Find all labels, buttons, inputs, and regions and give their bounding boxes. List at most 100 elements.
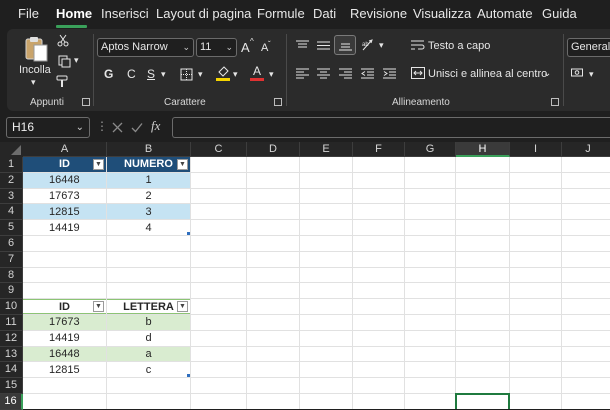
confirm-entry-icon[interactable] (128, 119, 146, 135)
row-header-11[interactable]: 11 (0, 315, 23, 331)
column-header-f[interactable]: F (353, 142, 405, 157)
align-bottom-icon[interactable] (334, 35, 356, 55)
cut-icon[interactable] (56, 33, 70, 47)
font-color-icon[interactable]: A (249, 63, 265, 82)
column-header-j[interactable]: J (562, 142, 610, 157)
paste-dropdown-icon[interactable]: ▾ (31, 77, 36, 88)
menu-guida[interactable]: Guida (542, 6, 577, 21)
menu-formule[interactable]: Formule (257, 6, 305, 21)
table2-cell[interactable]: 16448 (23, 347, 106, 362)
menu-inserisci[interactable]: Inserisci (101, 6, 149, 21)
filter-dropdown-icon[interactable]: ▼ (177, 159, 188, 170)
row-header-8[interactable]: 8 (0, 268, 23, 284)
column-header-a[interactable]: A (23, 142, 107, 157)
font-color-dropdown-icon[interactable]: ▾ (269, 69, 274, 80)
table1-cell[interactable]: 12815 (23, 204, 106, 219)
format-painter-icon[interactable] (55, 74, 71, 88)
increase-indent-icon[interactable] (381, 66, 397, 80)
row-header-4[interactable]: 4 (0, 204, 23, 220)
menu-revisione[interactable]: Revisione (350, 6, 407, 21)
menu-file[interactable]: File (18, 6, 39, 21)
row-header-16[interactable]: 16 (0, 394, 23, 410)
decrease-indent-icon[interactable] (359, 66, 375, 80)
column-header-d[interactable]: D (247, 142, 300, 157)
align-top-icon[interactable] (294, 38, 310, 52)
row-header-1[interactable]: 1 (0, 157, 23, 173)
row-header-9[interactable]: 9 (0, 283, 23, 299)
table2-cell[interactable]: a (107, 347, 190, 362)
table1-cell[interactable]: 17673 (23, 189, 106, 204)
menu-home[interactable]: Home (56, 6, 92, 21)
more-options-icon[interactable]: ⋮ (96, 119, 108, 133)
column-header-b[interactable]: B (107, 142, 191, 157)
wrap-text-icon[interactable] (410, 38, 426, 52)
table2-cell[interactable]: 17673 (23, 315, 106, 330)
insert-function-button[interactable]: fx (151, 118, 160, 134)
row-header-2[interactable]: 2 (0, 173, 23, 189)
formula-input[interactable] (172, 117, 610, 138)
fill-color-icon[interactable] (214, 64, 231, 82)
align-right-icon[interactable] (337, 66, 353, 80)
column-header-i[interactable]: I (510, 142, 562, 157)
table-resize-handle[interactable] (187, 374, 190, 377)
borders-icon[interactable] (178, 66, 194, 82)
alignment-launcher-icon[interactable] (551, 98, 559, 106)
table-resize-handle[interactable] (187, 232, 190, 235)
underline-dropdown-icon[interactable]: ▾ (161, 69, 166, 80)
table1-cell[interactable]: 16448 (23, 173, 106, 188)
table1-cell[interactable]: 14419 (23, 220, 106, 235)
italic-button[interactable]: C (127, 67, 136, 81)
filter-dropdown-icon[interactable]: ▼ (177, 301, 188, 312)
cancel-entry-icon[interactable] (108, 119, 126, 135)
align-left-icon[interactable] (294, 66, 310, 80)
worksheet[interactable]: ID▼NUMERO▼164481176732128153144194ID▼LET… (23, 157, 610, 409)
row-header-7[interactable]: 7 (0, 252, 23, 268)
select-all-corner[interactable] (0, 142, 23, 157)
borders-dropdown-icon[interactable]: ▾ (198, 69, 203, 80)
merge-center-button[interactable]: Unisci e allinea al centro (428, 68, 547, 80)
wrap-text-button[interactable]: Testo a capo (428, 40, 490, 52)
column-header-g[interactable]: G (405, 142, 456, 157)
font-launcher-icon[interactable] (274, 98, 282, 106)
name-box[interactable]: H16⌄ (6, 117, 90, 138)
currency-format-icon[interactable] (570, 66, 586, 80)
menu-layout-di-pagina[interactable]: Layout di pagina (156, 6, 251, 21)
orientation-dropdown-icon[interactable]: ▾ (379, 40, 384, 51)
orientation-icon[interactable]: ab (360, 37, 376, 53)
table2-cell[interactable]: b (107, 315, 190, 330)
row-header-5[interactable]: 5 (0, 220, 23, 236)
number-format-combo[interactable]: Generale (567, 38, 610, 57)
selected-cell[interactable] (455, 393, 510, 409)
bold-button[interactable]: G (104, 67, 113, 81)
row-header-10[interactable]: 10 (0, 299, 23, 315)
table2-cell[interactable]: 12815 (23, 362, 106, 377)
merge-center-dropdown-icon[interactable]: ⌄ (543, 68, 551, 79)
row-header-3[interactable]: 3 (0, 189, 23, 205)
filter-dropdown-icon[interactable]: ▼ (93, 159, 104, 170)
copy-icon[interactable] (55, 54, 73, 68)
row-header-6[interactable]: 6 (0, 236, 23, 252)
table2-cell[interactable]: d (107, 331, 190, 346)
table2-cell[interactable]: 14419 (23, 331, 106, 346)
menu-automate[interactable]: Automate (477, 6, 533, 21)
paste-button[interactable]: Incolla (19, 64, 51, 76)
merge-center-icon[interactable] (410, 66, 426, 80)
currency-dropdown-icon[interactable]: ▾ (589, 69, 594, 80)
column-header-c[interactable]: C (191, 142, 247, 157)
filter-dropdown-icon[interactable]: ▼ (93, 301, 104, 312)
align-middle-icon[interactable] (315, 38, 331, 52)
row-header-13[interactable]: 13 (0, 347, 23, 363)
table1-cell[interactable]: 4 (107, 220, 190, 235)
table2-cell[interactable]: c (107, 362, 190, 377)
row-header-15[interactable]: 15 (0, 378, 23, 394)
paste-icon[interactable] (18, 34, 54, 64)
underline-button[interactable]: S (147, 67, 155, 81)
row-header-12[interactable]: 12 (0, 331, 23, 347)
row-header-14[interactable]: 14 (0, 362, 23, 378)
grow-font-button[interactable]: A (241, 40, 250, 55)
menu-visualizza[interactable]: Visualizza (413, 6, 471, 21)
fill-color-dropdown-icon[interactable]: ▾ (233, 69, 238, 80)
font-name-combo[interactable]: Aptos Narrow⌄ (97, 38, 194, 57)
font-size-combo[interactable]: 11⌄ (196, 38, 237, 57)
align-center-icon[interactable] (315, 66, 331, 80)
